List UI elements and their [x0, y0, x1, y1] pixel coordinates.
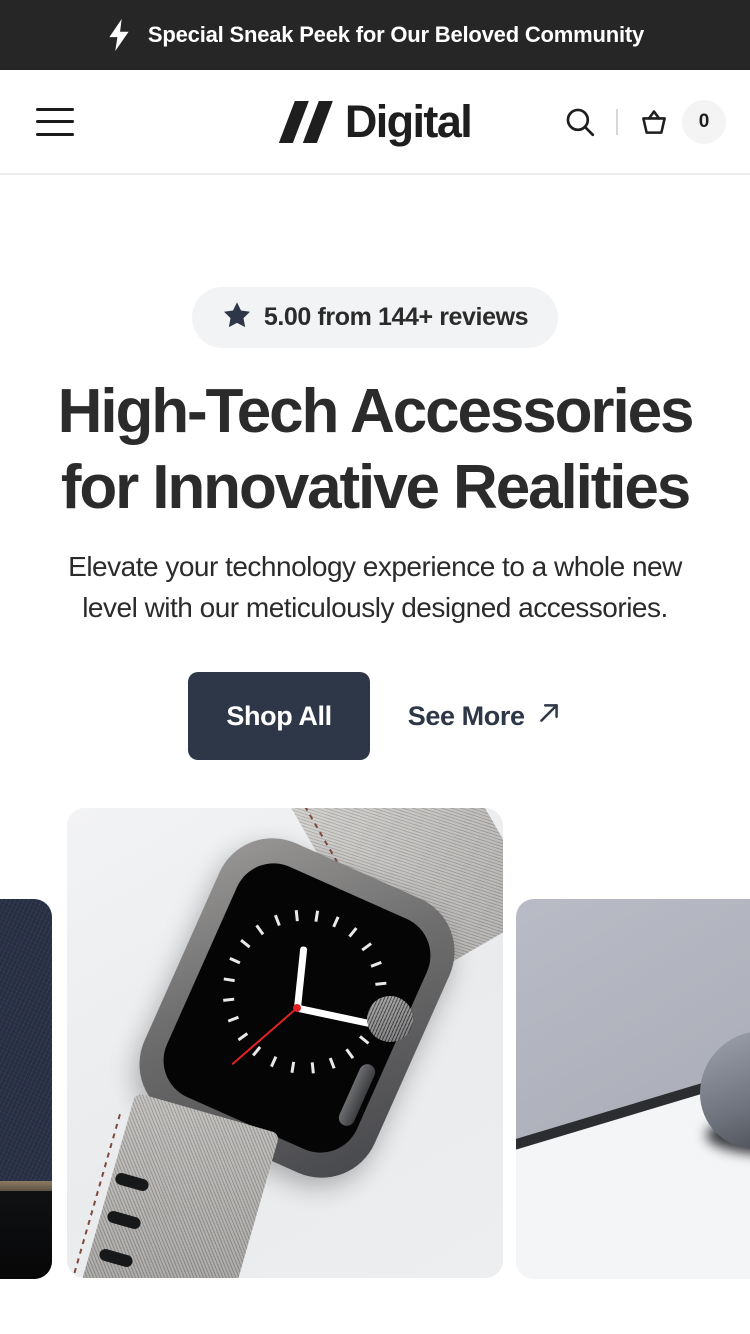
- page-title: High-Tech Accessories for Innovative Rea…: [57, 377, 695, 522]
- product-carousel[interactable]: [0, 808, 750, 1288]
- announcement-bar: Special Sneak Peek for Our Beloved Commu…: [0, 0, 750, 70]
- smart-watch-image: [67, 808, 503, 1279]
- rating-text: 5.00 from 144+ reviews: [263, 303, 529, 331]
- brand-logo[interactable]: Digital: [278, 96, 473, 147]
- laptop-and-mouse-image: [516, 899, 750, 1280]
- arrow-up-right-icon: [536, 700, 562, 733]
- navy-folio-case-image: [0, 899, 52, 1280]
- header-divider: [616, 108, 618, 135]
- carousel-slide-active[interactable]: [67, 808, 503, 1279]
- see-more-label: See More: [407, 700, 525, 731]
- hero-subtitle: Elevate your technology experience to a …: [68, 551, 682, 623]
- see-more-link[interactable]: See More: [408, 700, 562, 733]
- rating-badge: 5.00 from 144+ reviews: [191, 287, 559, 348]
- star-icon: [222, 300, 252, 335]
- menu-bar-1: [36, 107, 74, 111]
- basket-cart-icon: [628, 96, 680, 148]
- cart-count-badge: 0: [682, 99, 726, 144]
- carousel-slide-previous[interactable]: [0, 899, 52, 1280]
- search-icon[interactable]: [554, 96, 606, 148]
- menu-bar-2: [36, 120, 74, 123]
- menu-bar-3: [36, 132, 74, 136]
- hero-section: 5.00 from 144+ reviews High-Tech Accesso…: [0, 175, 750, 761]
- header-actions: 0: [554, 96, 726, 148]
- announcement-text: Special Sneak Peek for Our Beloved Commu…: [147, 22, 645, 47]
- shop-all-button[interactable]: Shop All: [188, 672, 370, 761]
- brand-name: Digital: [344, 96, 473, 147]
- site-header: Digital 0: [0, 70, 750, 175]
- cart-button[interactable]: 0: [628, 96, 726, 148]
- hero-cta-group: Shop All See More: [0, 672, 750, 761]
- lightning-bolt-icon: [106, 19, 132, 51]
- digital-logo-mark: [278, 99, 335, 145]
- hamburger-menu-icon[interactable]: [36, 107, 74, 136]
- carousel-slide-next[interactable]: [516, 899, 750, 1280]
